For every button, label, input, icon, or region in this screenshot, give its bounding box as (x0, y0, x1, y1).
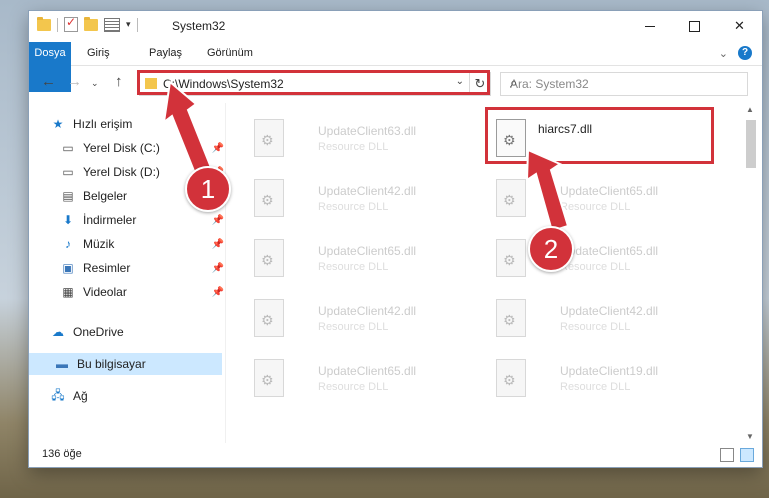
arrow-1-icon (162, 80, 214, 178)
annotation-arrows (162, 80, 570, 233)
step-2-badge: 2 (528, 226, 574, 272)
step-1-badge: 1 (185, 166, 231, 212)
arrow-2-icon (525, 148, 570, 233)
